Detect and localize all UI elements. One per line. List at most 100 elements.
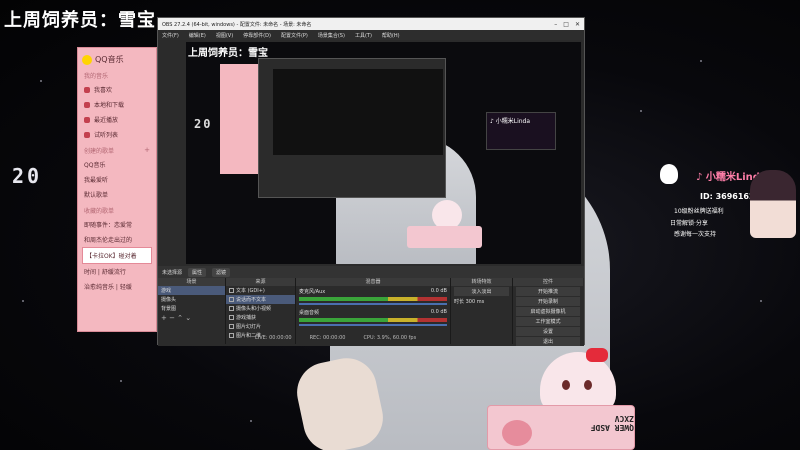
source-item[interactable]: 摄像头和小视频	[226, 304, 295, 313]
source-toolbar: 未选择源 属性 滤镜	[158, 266, 584, 278]
sidebar-item-playlist[interactable]: 我最爱听	[78, 172, 156, 187]
sidebar-item-playlist[interactable]: 即随事件：恋爱常	[78, 217, 156, 232]
sidebar-item-playlist-selected[interactable]: 【卡拉OK】碰对着	[82, 247, 152, 264]
properties-button[interactable]: 属性	[188, 267, 207, 277]
game-source-icon	[229, 315, 234, 320]
obs-title: OBS 27.2.4 (64-bit, windows) - 配置文件: 未命名…	[162, 21, 312, 28]
studio-mode-button[interactable]: 工作室模式	[516, 317, 580, 326]
obs-preview[interactable]: 上周饲养员：雪宝 20 ♪ 小糯米Linda	[186, 42, 581, 264]
sidebar-item-label: 时间 | 舒缓流行	[84, 269, 126, 276]
preview-number: 20	[194, 117, 213, 131]
badge-line: 10级粉丝牌送福利	[674, 208, 724, 215]
scene-item[interactable]: 摄像头	[158, 295, 225, 304]
menu-file[interactable]: 文件(F)	[162, 32, 179, 39]
sidebar-item-label: 即随事件：恋爱常	[84, 222, 133, 229]
sidebar-section-title: 创建的歌单 +	[78, 142, 156, 157]
sidebar-item-label: QQ音乐	[84, 162, 106, 169]
menu-profile[interactable]: 配置文件(P)	[281, 32, 308, 39]
duration-row: 时长 300 ms	[451, 297, 512, 306]
menu-view[interactable]: 视图(V)	[216, 32, 233, 39]
feeder-caption: 上周饲养员：雪宝	[4, 10, 156, 31]
sidebar-item-playlist[interactable]: 默认歌单	[78, 187, 156, 202]
cpu-status: CPU: 3.9%, 60.00 fps	[363, 335, 417, 341]
add-playlist-icon[interactable]: +	[144, 146, 150, 154]
start-streaming-button[interactable]: 开始推流	[516, 287, 580, 296]
scene-item[interactable]: 游戏	[158, 286, 225, 295]
sidebar-item-playlist[interactable]: QQ音乐	[78, 157, 156, 172]
camera-source-icon	[229, 306, 234, 311]
star	[22, 300, 24, 302]
menu-scene-collection[interactable]: 场景集合(S)	[318, 32, 345, 39]
sidebar-item-playlist[interactable]: 治愈纯音乐 | 轻缓	[78, 279, 156, 294]
live-timer: LIVE: 00:00:00	[255, 335, 292, 341]
start-recording-button[interactable]: 开始录制	[516, 297, 580, 306]
scene-controls[interactable]: + − ⌃ ⌄	[158, 313, 225, 323]
qq-music-app-name: QQ音乐	[95, 55, 124, 64]
duration-input[interactable]: 300 ms	[466, 299, 485, 305]
sidebar-item-favorites[interactable]: 我喜欢	[78, 82, 156, 97]
sidebar-item-label: 试听列表	[94, 132, 119, 139]
text-source-icon	[229, 288, 234, 293]
channel-db: 0.0 dB	[430, 309, 447, 315]
star	[40, 80, 42, 82]
qq-music-sidebar: QQ音乐 我的音乐 我喜欢 本地和下载 最近播放 试听列表 创建的歌单 + QQ音…	[77, 47, 157, 332]
maximize-button[interactable]: □	[563, 21, 569, 28]
sidebar-item-local[interactable]: 本地和下载	[78, 97, 156, 112]
minimize-button[interactable]: –	[554, 21, 557, 28]
download-icon	[84, 101, 90, 108]
filters-button[interactable]: 滤镜	[212, 267, 231, 277]
source-label: 说话而不文本	[236, 297, 267, 303]
sidebar-item-trial[interactable]: 试听列表	[78, 127, 156, 142]
obs-titlebar[interactable]: OBS 27.2.4 (64-bit, windows) - 配置文件: 未命名…	[158, 18, 584, 30]
star	[640, 110, 642, 112]
menu-edit[interactable]: 编辑(E)	[189, 32, 206, 39]
sidebar-item-label: 【卡拉OK】碰对着	[86, 253, 137, 260]
duration-label: 时长	[454, 299, 465, 305]
section-title-text: 创建的歌单	[84, 148, 115, 155]
clock-icon	[84, 116, 90, 123]
star	[120, 380, 122, 382]
transition-select[interactable]: 淡入淡出	[454, 287, 509, 296]
preview-nested-canvas	[273, 69, 443, 155]
obs-lower-docks: 未选择源 属性 滤镜 场景 游戏 摄像头 背景图 + − ⌃ ⌄ 来源 文本 (…	[158, 266, 584, 346]
virtual-camera-button[interactable]: 启动虚拟摄像机	[516, 307, 580, 316]
sidebar-section-title: 我的音乐	[84, 73, 109, 80]
scenes-header: 场景	[158, 278, 225, 286]
bow-icon	[586, 348, 608, 362]
list-icon	[84, 131, 90, 138]
source-item[interactable]: 游戏捕获	[226, 313, 295, 322]
star	[700, 60, 702, 62]
settings-button[interactable]: 设置	[516, 327, 580, 336]
qq-music-logo[interactable]: QQ音乐	[78, 48, 156, 67]
close-button[interactable]: ✕	[575, 21, 580, 28]
obs-window: OBS 27.2.4 (64-bit, windows) - 配置文件: 未命名…	[157, 17, 585, 346]
volume-meter	[299, 318, 447, 322]
qq-music-logo-icon	[82, 54, 92, 65]
bunny-icon	[660, 164, 678, 184]
controls-dock: 控件 开始推流 开始录制 启动虚拟摄像机 工作室模式 设置 退出	[513, 278, 583, 346]
menu-docks[interactable]: 停靠部件(D)	[243, 32, 271, 39]
sidebar-section-title: 收藏的歌单	[84, 208, 115, 215]
source-item[interactable]: 文本 (GDI+)	[226, 286, 295, 295]
source-item[interactable]: 说话而不文本	[226, 295, 295, 304]
scene-item[interactable]: 背景图	[158, 304, 225, 313]
menu-tools[interactable]: 工具(T)	[355, 32, 372, 39]
obs-statusbar: LIVE: 00:00:00 REC: 00:00:00 CPU: 3.9%, …	[255, 335, 416, 341]
sidebar-item-playlist[interactable]: 时间 | 舒缓流行	[78, 264, 156, 279]
channel-db: 0.0 dB	[430, 288, 447, 294]
menu-help[interactable]: 帮助(H)	[382, 32, 400, 39]
preview-badge: ♪ 小糯米Linda	[486, 112, 556, 150]
transitions-dock: 转场特效 淡入淡出 时长 300 ms	[451, 278, 513, 344]
scenes-dock: 场景 游戏 摄像头 背景图 + − ⌃ ⌄	[158, 278, 226, 344]
big-number: 20	[12, 164, 43, 188]
channel-name: 桌面音频	[299, 310, 320, 316]
sidebar-item-playlist[interactable]: 和周杰伦走出过的	[78, 232, 156, 247]
volume-slider[interactable]	[299, 303, 447, 305]
sources-header: 来源	[226, 278, 295, 286]
sidebar-item-recent[interactable]: 最近播放	[78, 112, 156, 127]
preview-nested-obs	[258, 58, 446, 198]
exit-button[interactable]: 退出	[516, 337, 580, 346]
source-item[interactable]: 图片幻灯片	[226, 322, 295, 331]
volume-slider[interactable]	[299, 324, 447, 326]
keyboard-keys: QWER ASDF ZXCV	[590, 414, 634, 432]
